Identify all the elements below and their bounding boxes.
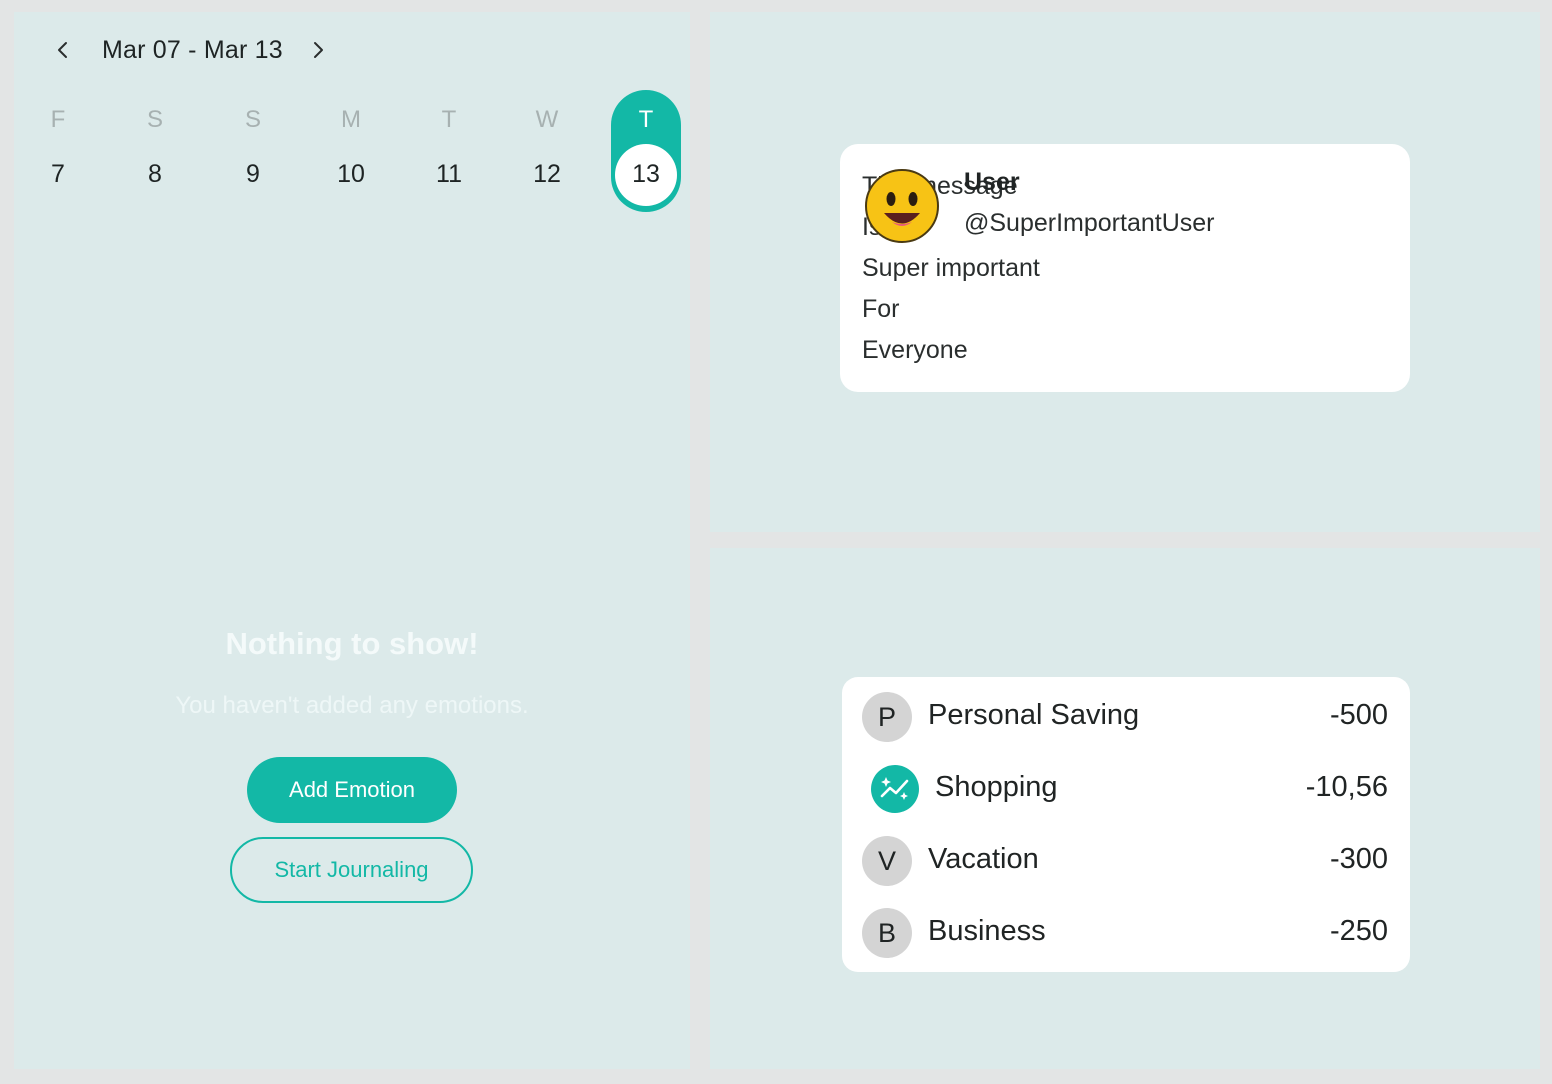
avatar[interactable] [864, 168, 940, 244]
empty-state-title: Nothing to show! [225, 626, 479, 661]
day-cell[interactable]: S 8 [120, 90, 190, 212]
day-number: 9 [246, 160, 260, 188]
user-name: User [964, 168, 1020, 196]
day-number: 13 [632, 160, 660, 188]
day-number: 11 [436, 160, 462, 188]
letter-badge: P [862, 692, 912, 742]
amount-value: -10,56 [1305, 771, 1388, 803]
day-letter: W [535, 106, 559, 133]
category-label: Business [928, 915, 1046, 947]
sparkle-chart-icon [871, 765, 919, 813]
add-emotion-button[interactable]: Add Emotion [247, 757, 457, 823]
day-cell[interactable]: T 11 [414, 90, 484, 212]
next-week-button[interactable] [303, 32, 333, 68]
list-item[interactable]: B Business -250 [842, 903, 1410, 963]
budget-panel: P Personal Saving -500 Shopping -10,56 V… [710, 548, 1540, 1069]
list-item[interactable]: V Vacation -300 [842, 831, 1410, 891]
category-label: Shopping [935, 771, 1058, 803]
chevron-right-icon [313, 42, 323, 58]
budget-list: P Personal Saving -500 Shopping -10,56 V… [842, 677, 1410, 972]
day-cell[interactable]: F 7 [23, 90, 93, 212]
previous-week-button[interactable] [48, 32, 78, 68]
letter-badge: V [862, 836, 912, 886]
message-panel: This message Is Super important For Ever… [710, 12, 1540, 532]
category-label: Vacation [928, 843, 1039, 875]
amount-value: -300 [1329, 843, 1388, 875]
day-letter: S [244, 106, 261, 133]
week-range: Mar 07 - Mar 13 [102, 35, 283, 64]
day-letter: S [146, 106, 163, 133]
emotions-panel: Mar 07 - Mar 13 F 7 S 8 S 9 M 10 T 11 W [14, 12, 690, 1069]
day-number: 12 [533, 160, 561, 188]
category-label: Personal Saving [928, 699, 1140, 731]
day-letter: T [638, 106, 654, 133]
day-number: 10 [337, 160, 365, 188]
day-cell-selected[interactable]: T 13 [611, 90, 681, 212]
amount-value: -250 [1329, 915, 1388, 947]
calendar-header: Mar 07 - Mar 13 [48, 32, 333, 68]
start-journaling-button[interactable]: Start Journaling [230, 837, 473, 903]
amount-value: -500 [1329, 699, 1388, 731]
letter-badge: B [862, 908, 912, 958]
day-letter: M [341, 106, 361, 133]
list-item[interactable]: Shopping -10,56 [842, 759, 1410, 819]
day-number: 7 [51, 160, 65, 188]
message-line: For [862, 295, 900, 323]
user-handle: @SuperImportantUser [964, 209, 1215, 237]
day-number: 8 [148, 160, 162, 188]
day-cell[interactable]: W 12 [512, 90, 582, 212]
chevron-left-icon [58, 42, 67, 58]
message-card: This message Is Super important For Ever… [840, 144, 1410, 392]
day-cell[interactable]: M 10 [316, 90, 386, 212]
message-line: Super important [862, 254, 1040, 282]
day-letter: T [441, 106, 457, 133]
list-item[interactable]: P Personal Saving -500 [842, 687, 1410, 747]
message-line: Everyone [862, 336, 968, 364]
day-letter: F [50, 106, 66, 133]
empty-state-subtitle: You haven't added any emotions. [175, 692, 529, 719]
day-cell[interactable]: S 9 [218, 90, 288, 212]
week-strip: F 7 S 8 S 9 M 10 T 11 W 12 T 13 [14, 90, 690, 212]
smiley-face-icon [865, 169, 939, 243]
